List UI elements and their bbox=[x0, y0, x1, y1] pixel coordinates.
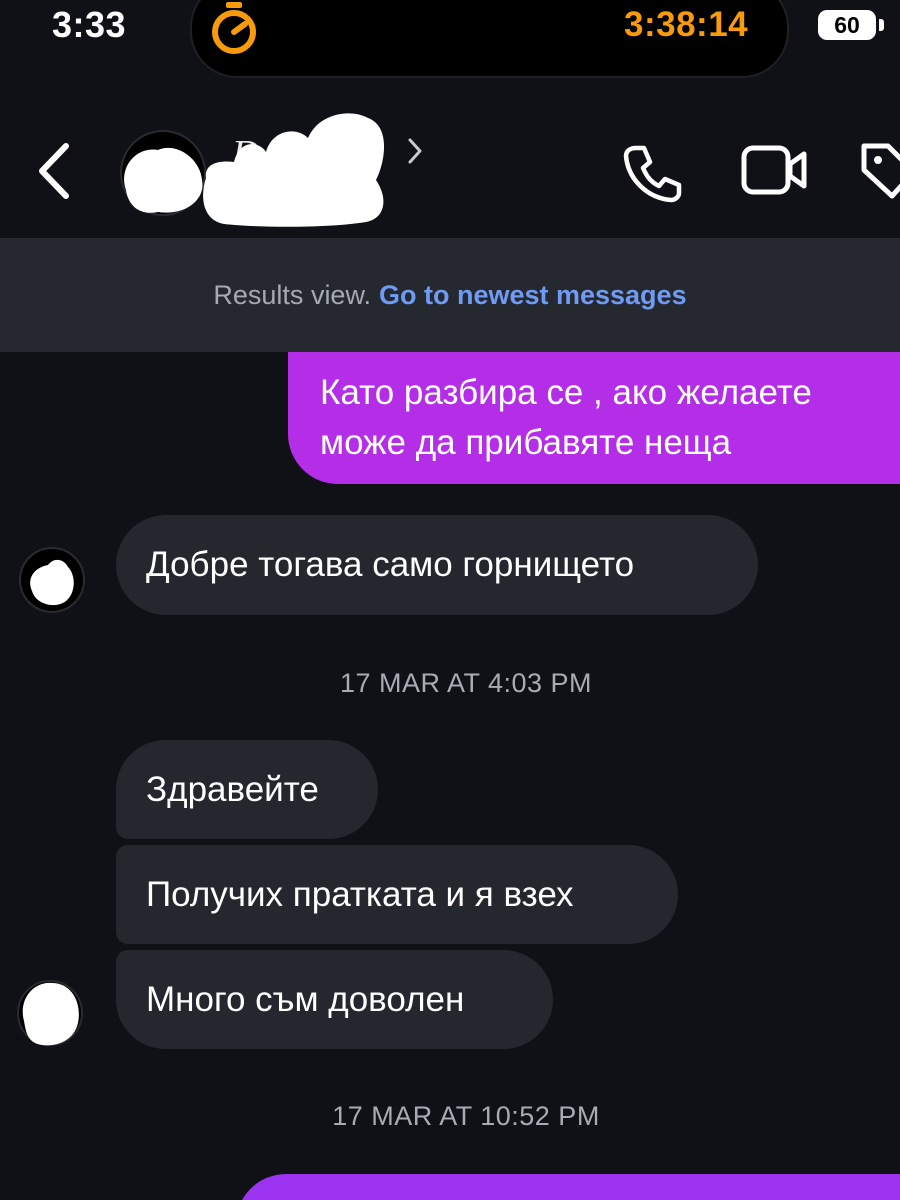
name-redaction bbox=[203, 113, 385, 227]
message-timestamp: 17 MAR AT 4:03 PM bbox=[339, 668, 593, 698]
incoming-message[interactable]: Получих пратката и я взех bbox=[116, 845, 678, 944]
results-view-text: Results view. bbox=[213, 279, 371, 310]
incoming-message[interactable]: Добре тогава само горнището bbox=[116, 515, 758, 615]
message-line: Като разбира се , ако желаете bbox=[320, 373, 812, 412]
tag-icon[interactable] bbox=[858, 140, 900, 202]
incoming-message[interactable]: Много съм доволен bbox=[116, 950, 553, 1049]
battery-cap bbox=[879, 19, 884, 31]
incoming-message[interactable]: Здравейте bbox=[116, 740, 378, 839]
outgoing-message[interactable]: Като разбира се , ако желаете може да пр… bbox=[288, 352, 900, 484]
phone-icon[interactable] bbox=[622, 142, 684, 204]
outgoing-message-partial[interactable] bbox=[236, 1174, 900, 1200]
sender-avatar[interactable] bbox=[16, 975, 84, 1049]
sender-avatar[interactable] bbox=[18, 545, 86, 615]
contact-avatar[interactable] bbox=[118, 128, 208, 218]
status-time: 3:33 bbox=[52, 4, 127, 45]
go-to-newest-link[interactable]: Go to newest messages bbox=[379, 280, 687, 311]
results-view-banner: Results view. Go to newest messages bbox=[0, 238, 900, 352]
chat-screen: 3:33 3:38:14 60 D Results view. Go to ne… bbox=[0, 0, 900, 1200]
live-activity-timer: 3:38:14 bbox=[624, 5, 749, 44]
video-icon[interactable] bbox=[740, 142, 808, 198]
message-timestamp: 17 MAR AT 10:52 PM bbox=[332, 1101, 600, 1131]
chevron-right-icon[interactable] bbox=[404, 136, 426, 166]
battery-indicator: 60 bbox=[818, 10, 876, 40]
back-icon[interactable] bbox=[30, 136, 80, 206]
message-line: може да прибавяте неща bbox=[320, 423, 732, 462]
stopwatch-icon bbox=[212, 2, 256, 54]
